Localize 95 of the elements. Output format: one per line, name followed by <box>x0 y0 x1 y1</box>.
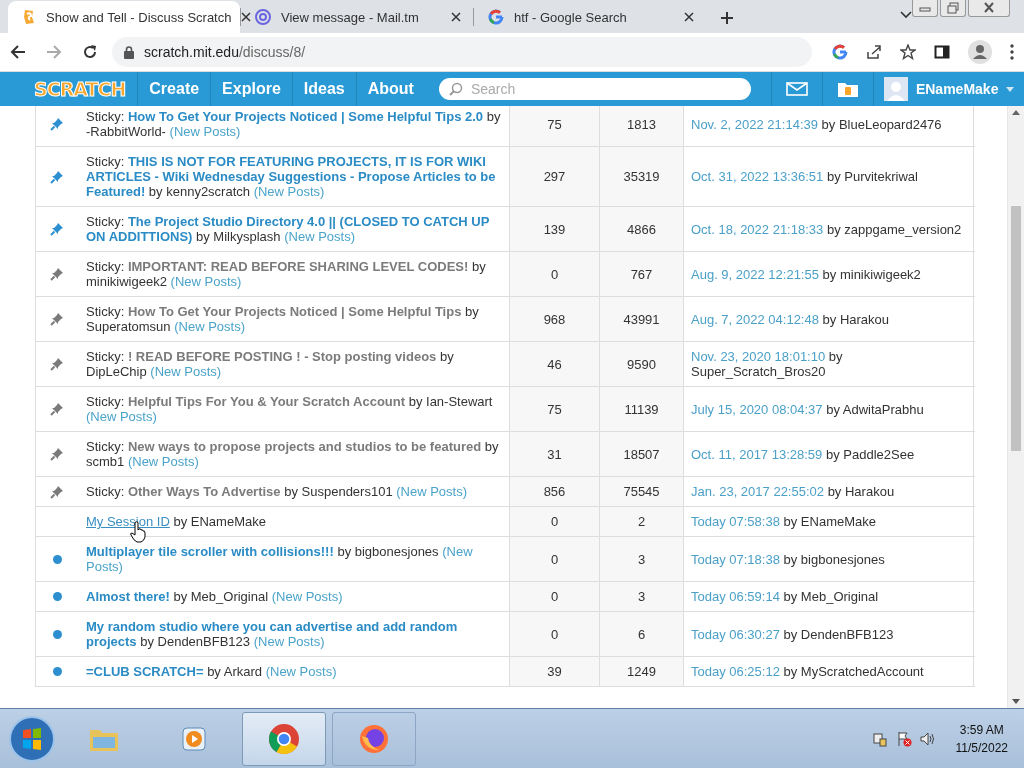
views-cell: 1249 <box>599 657 683 686</box>
chrome-icon <box>268 722 300 755</box>
replies-cell: 0 <box>509 252 599 296</box>
last-post-text[interactable]: Today 07:18:38 by bigbonesjones <box>691 551 885 567</box>
views-cell: 4866 <box>599 207 683 251</box>
flag-icon[interactable] <box>895 730 912 747</box>
start-button[interactable] <box>8 714 56 763</box>
browser-tab[interactable]: View message - Mail.tm <box>241 1 473 33</box>
replies-cell: 75 <box>509 387 599 431</box>
last-post-text[interactable]: Oct. 18, 2022 21:18:33 by zappgame_version2 <box>691 221 962 237</box>
last-post-text[interactable]: Oct. 31, 2022 13:36:51 by Purvitekriwal <box>691 169 918 184</box>
google-icon <box>488 9 504 25</box>
last-post-text[interactable]: Nov. 23, 2020 18:01:10 by Super_Scratch_Bros20 <box>691 349 973 379</box>
topic-text[interactable]: Sticky: THIS IS NOT FOR FEATURING PROJECTS, IT IS FOR WIKI ARTICLES - Wiki Wednesday Suggestions - Propose Articles to be Featured! by kenny2scratch (New Posts) <box>86 154 501 199</box>
replies-cell: 0 <box>509 612 599 656</box>
reload-icon[interactable] <box>82 44 98 60</box>
scroll-up-icon[interactable] <box>1012 110 1020 115</box>
avatar-icon[interactable] <box>883 77 908 101</box>
address-field[interactable]: scratch.mit.edu/discuss/8/ <box>112 37 812 67</box>
close-icon[interactable] <box>968 0 1010 17</box>
topic-text[interactable]: Sticky: How To Get Your Projects Noticed | Some Helpful Tips by Superatomsun (New Posts) <box>86 304 501 334</box>
browser-tab[interactable]: htf - Google Search <box>474 1 706 33</box>
play-icon <box>181 725 207 752</box>
taskbar-app[interactable] <box>242 711 326 766</box>
views-cell: 75545 <box>599 477 683 506</box>
lock-icon <box>124 45 134 59</box>
google-icon <box>832 44 848 60</box>
replies-cell: 139 <box>509 207 599 251</box>
replies-cell: 856 <box>509 477 599 506</box>
views-cell: 2 <box>599 507 683 536</box>
last-post-text[interactable]: Aug. 7, 2022 04:12:48 by Harakou <box>691 311 890 327</box>
topic-text[interactable]: Sticky: IMPORTANT: READ BEFORE SHARING LEVEL CODES! by minikiwigeek2 (New Posts) <box>86 259 501 289</box>
speaker-icon[interactable] <box>919 730 936 747</box>
replies-cell: 46 <box>509 342 599 386</box>
star-icon[interactable] <box>900 44 916 60</box>
last-post-text[interactable]: Today 07:58:38 by ENameMake <box>691 514 876 529</box>
topic-text[interactable]: My random studio where you can advertise and add random projects by DendenBFB123 (New Posts) <box>86 619 501 649</box>
topic-text[interactable]: Sticky: Helpful Tips For You & Your Scratch Account by Ian-Stewart (New Posts) <box>86 394 501 424</box>
restore-icon[interactable] <box>940 0 966 17</box>
sidebar-icon[interactable] <box>934 44 950 60</box>
scroll-down-icon[interactable] <box>1012 699 1020 704</box>
chevron-down-icon[interactable] <box>900 11 912 19</box>
replies-cell: 0 <box>509 507 599 536</box>
folder-icon[interactable] <box>836 80 859 98</box>
replies-cell: 31 <box>509 432 599 476</box>
envelope-icon[interactable] <box>785 82 808 96</box>
last-post-text[interactable]: Jan. 23, 2017 22:55:02 by Harakou <box>691 484 895 499</box>
last-post-text[interactable]: Oct. 11, 2017 13:28:59 by Paddle2See <box>691 446 915 462</box>
topic-text[interactable]: Sticky: ! READ BEFORE POSTING ! - Stop posting videos by DipLeChip (New Posts) <box>86 349 501 379</box>
topic-text[interactable]: Sticky: The Project Studio Directory 4.0 || (CLOSED TO CATCH UP ON ADDITTIONS) by Milkysplash (New Posts) <box>86 214 501 244</box>
views-cell: 767 <box>599 252 683 296</box>
share-icon[interactable] <box>866 44 882 60</box>
views-cell: 18507 <box>599 432 683 476</box>
close-icon[interactable] <box>684 12 694 22</box>
topic-text[interactable]: Multiplayer tile scroller with collisions!!! by bigbonesjones (New Posts) <box>86 544 501 574</box>
views-cell: 6 <box>599 612 683 656</box>
views-cell: 9590 <box>599 342 683 386</box>
taskbar-app[interactable] <box>332 711 416 766</box>
last-post-text[interactable]: Today 06:30:27 by DendenBFB123 <box>691 626 894 642</box>
replies-cell: 968 <box>509 297 599 341</box>
profile-avatar-icon[interactable] <box>968 40 992 64</box>
views-cell: 35319 <box>599 147 683 206</box>
last-post-text[interactable]: Aug. 9, 2022 12:21:55 by minikiwigeek2 <box>691 266 921 282</box>
last-post-text[interactable]: July 15, 2020 08:04:37 by AdwitaPrabhu <box>691 401 924 417</box>
scrollbar-thumb[interactable] <box>1011 206 1021 451</box>
firefox-icon <box>359 723 389 754</box>
last-post-text[interactable]: Today 06:25:12 by MyScratchedAccount <box>691 664 924 679</box>
replies-cell: 75 <box>509 106 599 146</box>
close-icon[interactable] <box>241 12 252 22</box>
replies-cell: 297 <box>509 147 599 206</box>
replies-cell: 0 <box>509 582 599 611</box>
topic-text[interactable]: Almost there! by Meb_Original (New Posts) <box>86 589 343 604</box>
network-icon[interactable] <box>871 730 888 747</box>
scrollbar[interactable] <box>1007 106 1024 708</box>
views-cell: 43991 <box>599 297 683 341</box>
views-cell: 3 <box>599 537 683 581</box>
close-icon[interactable] <box>451 12 461 22</box>
last-post-text[interactable]: Nov. 2, 2022 21:14:39 by BlueLeopard2476 <box>691 116 942 132</box>
search-field[interactable]: Search <box>438 78 751 100</box>
topic-text[interactable]: Sticky: Other Ways To Advertise by Suspenders101 (New Posts) <box>86 484 468 499</box>
search-icon <box>448 82 463 96</box>
replies-cell: 0 <box>509 537 599 581</box>
clock[interactable]: 3:59 AM 11/5/2022 <box>955 720 1008 757</box>
replies-cell: 39 <box>509 657 599 686</box>
back-icon[interactable] <box>10 44 26 60</box>
menu-icon[interactable] <box>1010 44 1014 60</box>
topic-text[interactable]: Sticky: How To Get Your Projects Noticed | Some Helpful Tips 2.0 by -RabbitWorld- (New Posts) <box>86 109 501 139</box>
views-cell: 1813 <box>599 106 683 146</box>
views-cell: 11139 <box>599 387 683 431</box>
topic-text[interactable]: =CLUB SCRATCH= by Arkard (New Posts) <box>86 664 337 679</box>
new-tab-icon[interactable] <box>720 11 734 25</box>
last-post-text[interactable]: Today 06:59:14 by Meb_Original <box>691 589 879 604</box>
views-cell: 3 <box>599 582 683 611</box>
topic-text[interactable]: Sticky: New ways to propose projects and studios to be featured by scmb1 (New Posts) <box>86 439 501 469</box>
topic-text[interactable]: My Session ID by ENameMake <box>86 514 266 529</box>
